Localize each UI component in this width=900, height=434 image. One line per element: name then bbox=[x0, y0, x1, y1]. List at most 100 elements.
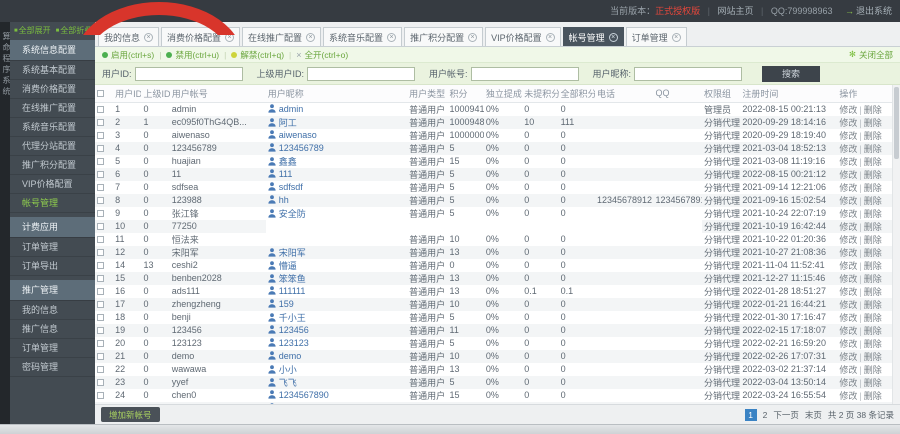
delete-link[interactable]: 删除 bbox=[864, 222, 882, 232]
next-page-link[interactable]: 下一页 bbox=[773, 409, 799, 421]
tab-close-icon[interactable]: × bbox=[608, 32, 618, 42]
delete-link[interactable]: 删除 bbox=[864, 391, 882, 401]
sidebar-item[interactable]: 系统音乐配置 bbox=[10, 118, 95, 137]
delete-link[interactable]: 删除 bbox=[864, 157, 882, 167]
row-checkbox[interactable] bbox=[97, 301, 104, 309]
toolbar-action[interactable]: 启用(ctrl+s) bbox=[102, 49, 154, 61]
tab-close-icon[interactable]: × bbox=[545, 32, 555, 42]
edit-link[interactable]: 修改 bbox=[839, 287, 857, 297]
delete-link[interactable]: 删除 bbox=[864, 300, 882, 310]
delete-link[interactable]: 删除 bbox=[864, 235, 882, 245]
delete-link[interactable]: 删除 bbox=[864, 248, 882, 258]
tab[interactable]: 推广积分配置 × bbox=[404, 27, 484, 46]
row-checkbox[interactable] bbox=[97, 106, 104, 114]
tab[interactable]: 系统音乐配置 × bbox=[323, 27, 403, 46]
row-checkbox[interactable] bbox=[97, 171, 104, 179]
row-checkbox[interactable] bbox=[97, 210, 104, 218]
delete-link[interactable]: 删除 bbox=[864, 365, 882, 375]
edit-link[interactable]: 修改 bbox=[839, 378, 857, 388]
search-button[interactable]: 搜索 bbox=[762, 65, 821, 82]
edit-link[interactable]: 修改 bbox=[839, 235, 857, 245]
filter-input[interactable] bbox=[634, 66, 743, 81]
tab-close-icon[interactable]: × bbox=[306, 32, 316, 42]
sidebar-item[interactable]: 密码管理 bbox=[10, 358, 95, 377]
row-checkbox[interactable] bbox=[97, 119, 104, 127]
row-checkbox[interactable] bbox=[97, 132, 104, 140]
tab[interactable]: 帐号管理 × bbox=[562, 27, 624, 46]
delete-link[interactable]: 删除 bbox=[864, 196, 882, 206]
sidebar-item[interactable]: 我的信息 bbox=[10, 301, 95, 320]
row-checkbox[interactable] bbox=[97, 197, 104, 205]
sidebar-group-header[interactable]: 计费应用 bbox=[10, 217, 95, 238]
logout-link[interactable]: → 退出系统 bbox=[845, 6, 892, 16]
close-all-link[interactable]: ✻ 关闭全部 bbox=[849, 49, 893, 61]
row-checkbox[interactable] bbox=[97, 314, 104, 322]
row-checkbox[interactable] bbox=[97, 327, 104, 335]
toolbar-action[interactable]: 禁用(ctrl+u) bbox=[166, 49, 219, 61]
edit-link[interactable]: 修改 bbox=[839, 196, 857, 206]
sidebar-item[interactable]: 推广信息 bbox=[10, 320, 95, 339]
row-checkbox[interactable] bbox=[97, 340, 104, 348]
last-page-link[interactable]: 末页 bbox=[805, 409, 822, 421]
edit-link[interactable]: 修改 bbox=[839, 222, 857, 232]
delete-link[interactable]: 删除 bbox=[864, 404, 882, 405]
edit-link[interactable]: 修改 bbox=[839, 404, 857, 405]
tab-close-icon[interactable]: × bbox=[468, 32, 478, 42]
edit-link[interactable]: 修改 bbox=[839, 144, 857, 154]
edit-link[interactable]: 修改 bbox=[839, 131, 857, 141]
row-checkbox[interactable] bbox=[97, 184, 104, 192]
sidebar-item[interactable]: 系统基本配置 bbox=[10, 61, 95, 80]
delete-link[interactable]: 删除 bbox=[864, 313, 882, 323]
sidebar-item[interactable]: 订单管理 bbox=[10, 339, 95, 358]
delete-link[interactable]: 删除 bbox=[864, 378, 882, 388]
edit-link[interactable]: 修改 bbox=[839, 105, 857, 115]
delete-link[interactable]: 删除 bbox=[864, 183, 882, 193]
row-checkbox[interactable] bbox=[97, 392, 104, 400]
delete-link[interactable]: 删除 bbox=[864, 261, 882, 271]
edit-link[interactable]: 修改 bbox=[839, 170, 857, 180]
expand-all-link[interactable]: ■全部展开 bbox=[14, 25, 51, 36]
tab-close-icon[interactable]: × bbox=[387, 32, 397, 42]
sidebar-group-header[interactable]: 系统信息配置 bbox=[10, 40, 95, 61]
page-current[interactable]: 1 bbox=[744, 408, 757, 421]
edit-link[interactable]: 修改 bbox=[839, 274, 857, 284]
sidebar-item[interactable]: 帐号管理 bbox=[10, 194, 95, 213]
edit-link[interactable]: 修改 bbox=[839, 209, 857, 219]
delete-link[interactable]: 删除 bbox=[864, 287, 882, 297]
edit-link[interactable]: 修改 bbox=[839, 300, 857, 310]
sidebar-item[interactable]: VIP价格配置 bbox=[10, 175, 95, 194]
row-checkbox[interactable] bbox=[97, 275, 104, 283]
delete-link[interactable]: 删除 bbox=[864, 274, 882, 284]
edit-link[interactable]: 修改 bbox=[839, 313, 857, 323]
row-checkbox[interactable] bbox=[97, 366, 104, 374]
sidebar-group-header[interactable]: 推广管理 bbox=[10, 280, 95, 301]
delete-link[interactable]: 删除 bbox=[864, 352, 882, 362]
delete-link[interactable]: 删除 bbox=[864, 339, 882, 349]
edit-link[interactable]: 修改 bbox=[839, 261, 857, 271]
tab[interactable]: 订单管理 × bbox=[625, 27, 687, 46]
row-checkbox[interactable] bbox=[97, 379, 104, 387]
add-account-button[interactable]: 增加新帐号 bbox=[101, 407, 160, 422]
filter-input[interactable] bbox=[470, 66, 579, 81]
row-checkbox[interactable] bbox=[97, 236, 104, 244]
row-checkbox[interactable] bbox=[97, 158, 104, 166]
tab-close-icon[interactable]: × bbox=[671, 32, 681, 42]
edit-link[interactable]: 修改 bbox=[839, 157, 857, 167]
select-all-checkbox[interactable] bbox=[97, 90, 104, 98]
sidebar-item[interactable]: 代理分站配置 bbox=[10, 137, 95, 156]
delete-link[interactable]: 删除 bbox=[864, 131, 882, 141]
sidebar-item[interactable]: 订单导出 bbox=[10, 257, 95, 276]
sidebar-item[interactable]: 推广积分配置 bbox=[10, 156, 95, 175]
sidebar-item[interactable]: 在线推广配置 bbox=[10, 99, 95, 118]
row-checkbox[interactable] bbox=[97, 353, 104, 361]
row-checkbox[interactable] bbox=[97, 249, 104, 257]
delete-link[interactable]: 删除 bbox=[864, 209, 882, 219]
row-checkbox[interactable] bbox=[97, 288, 104, 296]
tab[interactable]: VIP价格配置 × bbox=[485, 27, 561, 46]
edit-link[interactable]: 修改 bbox=[839, 183, 857, 193]
sidebar-item[interactable]: 订单管理 bbox=[10, 238, 95, 257]
page-2-link[interactable]: 2 bbox=[763, 410, 768, 420]
edit-link[interactable]: 修改 bbox=[839, 391, 857, 401]
delete-link[interactable]: 删除 bbox=[864, 326, 882, 336]
scrollbar-thumb[interactable] bbox=[894, 87, 899, 159]
